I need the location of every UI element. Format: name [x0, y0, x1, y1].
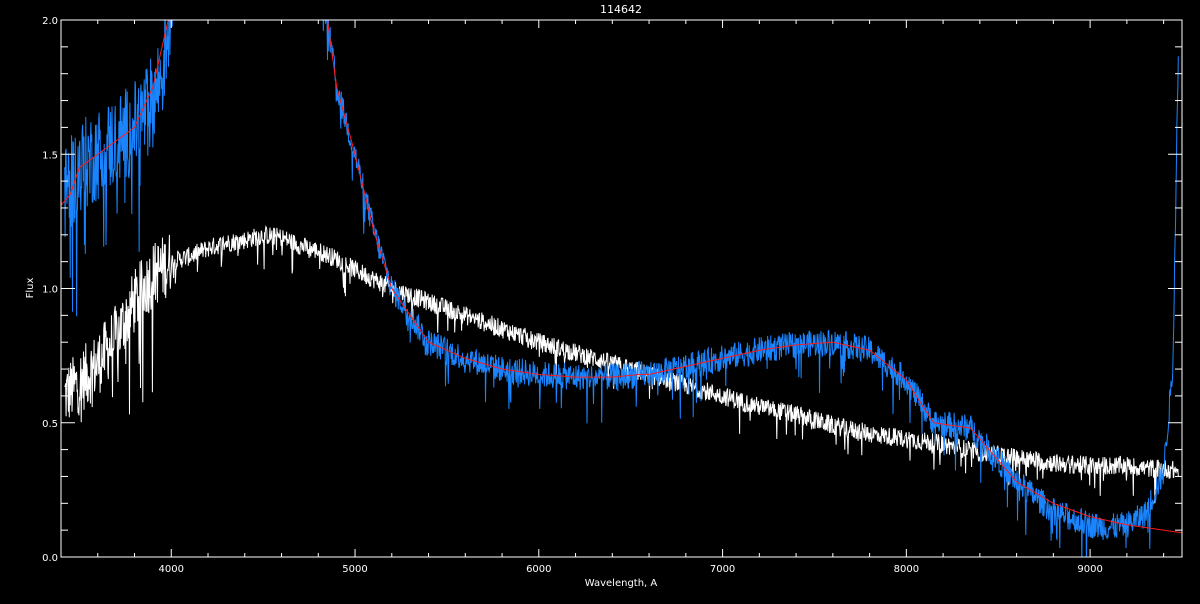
- y-axis-label: Flux: [25, 278, 36, 299]
- x-tick-label: 6000: [526, 564, 551, 575]
- y-tick-label: 0.5: [42, 419, 58, 430]
- x-tick-label: 8000: [894, 564, 919, 575]
- x-tick-label: 4000: [159, 564, 184, 575]
- chart-title: 114642: [600, 3, 642, 16]
- chart-background: [0, 0, 1200, 600]
- y-tick-label: 1.5: [42, 150, 58, 161]
- x-tick-label: 9000: [1077, 564, 1102, 575]
- y-tick-label: 0.0: [42, 553, 58, 564]
- y-tick-label: 2.0: [42, 16, 58, 27]
- y-tick-label: 1.0: [42, 285, 58, 296]
- x-axis-label: Wavelength, A: [585, 578, 658, 589]
- x-tick-label: 7000: [710, 564, 735, 575]
- x-tick-label: 5000: [342, 564, 367, 575]
- chart-svg: 4000 5000 6000 7000 8000 90000.00.51.01.52.0 …: [0, 0, 1200, 600]
- spectrum-chart: 4000 5000 6000 7000 8000 9000 0.0 0.5 1.0 1.5 2.0 …: [0, 0, 1200, 600]
